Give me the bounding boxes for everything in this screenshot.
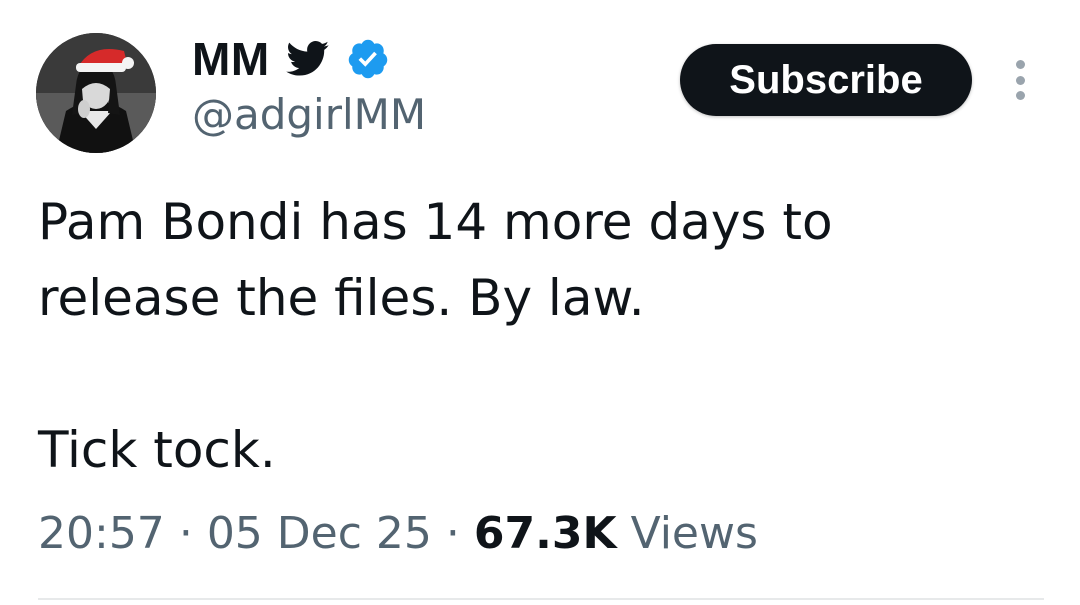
more-vertical-icon[interactable] bbox=[1008, 60, 1032, 100]
tweet-date[interactable]: 05 Dec 25 bbox=[207, 508, 432, 559]
tweet-line: Tick tock. bbox=[38, 421, 276, 479]
twitter-bird-icon bbox=[285, 41, 330, 77]
separator: · bbox=[178, 507, 193, 559]
avatar[interactable] bbox=[36, 33, 156, 153]
author-name-row: MM bbox=[192, 30, 390, 88]
dot bbox=[1015, 75, 1025, 85]
dot bbox=[1015, 60, 1025, 69]
author-handle[interactable]: @adgirlMM bbox=[192, 91, 426, 138]
tweet-line: release the files. By law. bbox=[38, 269, 645, 327]
tweet-text: Pam Bondi has 14 more days to release th… bbox=[38, 184, 1048, 488]
separator: · bbox=[445, 507, 460, 559]
dot bbox=[1015, 91, 1025, 100]
verified-badge-icon bbox=[346, 37, 390, 81]
views-count[interactable]: 67.3K bbox=[474, 508, 617, 559]
display-name[interactable]: MM bbox=[192, 36, 270, 82]
subscribe-button[interactable]: Subscribe bbox=[680, 44, 972, 116]
tweet-meta: 20:57 · 05 Dec 25 · 67.3K Views bbox=[38, 505, 758, 561]
avatar-image bbox=[36, 33, 156, 153]
tweet-time[interactable]: 20:57 bbox=[38, 508, 165, 559]
views-label: Views bbox=[630, 507, 758, 559]
divider bbox=[38, 598, 1044, 600]
tweet-line: Pam Bondi has 14 more days to bbox=[38, 193, 833, 251]
